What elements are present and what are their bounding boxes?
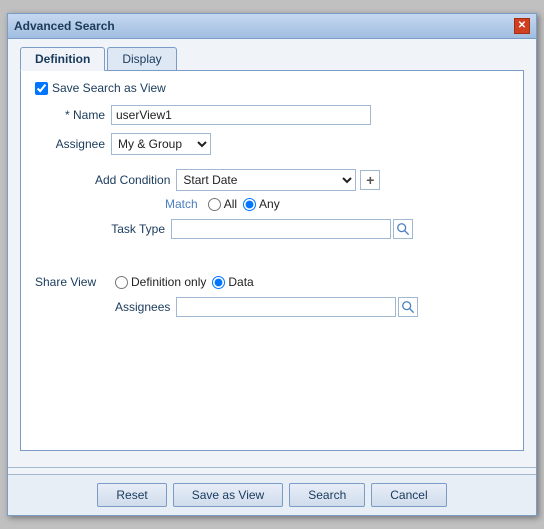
save-as-view-row: Save Search as View: [35, 81, 509, 95]
save-as-view-checkbox[interactable]: [35, 82, 48, 95]
advanced-search-dialog: Advanced Search ✕ Definition Display Sav…: [7, 13, 537, 516]
match-all-option[interactable]: All: [208, 197, 237, 211]
add-condition-button[interactable]: +: [360, 170, 380, 190]
share-view-row: Share View Definition only Data: [35, 275, 509, 289]
assignee-label: Assignee: [35, 137, 105, 151]
share-definition-radio[interactable]: [115, 276, 128, 289]
assignees-label: Assignees: [115, 300, 170, 314]
task-type-search-button[interactable]: [393, 219, 413, 239]
match-label: Match: [165, 197, 198, 211]
share-data-radio[interactable]: [212, 276, 225, 289]
add-condition-row: Add Condition Start Date End Date Status…: [35, 169, 509, 191]
task-type-label: Task Type: [95, 222, 165, 236]
search-icon-2: [401, 300, 415, 314]
tab-display[interactable]: Display: [107, 47, 176, 70]
reset-button[interactable]: Reset: [97, 483, 166, 507]
assignees-search-button[interactable]: [398, 297, 418, 317]
share-data-option[interactable]: Data: [212, 275, 253, 289]
share-data-label: Data: [228, 275, 253, 289]
add-condition-label: Add Condition: [95, 173, 170, 187]
match-radio-group: All Any: [208, 197, 280, 211]
save-as-view-label[interactable]: Save Search as View: [52, 81, 166, 95]
cancel-button[interactable]: Cancel: [371, 483, 446, 507]
dialog-titlebar: Advanced Search ✕: [8, 14, 536, 39]
tab-bar: Definition Display: [20, 47, 524, 71]
task-type-row: Task Type: [35, 219, 509, 239]
match-any-label: Any: [259, 197, 280, 211]
share-view-label: Share View: [35, 275, 105, 289]
name-label: * Name: [35, 108, 105, 122]
match-any-option[interactable]: Any: [243, 197, 280, 211]
task-type-input[interactable]: [171, 219, 391, 239]
assignees-input[interactable]: [176, 297, 396, 317]
name-input[interactable]: [111, 105, 371, 125]
share-definition-only-option[interactable]: Definition only: [115, 275, 206, 289]
match-any-radio[interactable]: [243, 198, 256, 211]
match-all-label: All: [224, 197, 237, 211]
assignee-row: Assignee My & Group All Me My Group: [35, 133, 509, 155]
match-row: Match All Any: [35, 197, 509, 211]
footer: Reset Save as View Search Cancel: [8, 474, 536, 515]
save-as-view-button[interactable]: Save as View: [173, 483, 284, 507]
tab-definition[interactable]: Definition: [20, 47, 105, 71]
name-row: * Name: [35, 105, 509, 125]
dialog-title: Advanced Search: [14, 19, 115, 33]
share-radio-group: Definition only Data: [115, 275, 254, 289]
assignee-select[interactable]: My & Group All Me My Group: [111, 133, 211, 155]
condition-select[interactable]: Start Date End Date Status Priority Task…: [176, 169, 356, 191]
search-button[interactable]: Search: [289, 483, 365, 507]
content-area: Save Search as View * Name Assignee My &…: [20, 71, 524, 451]
search-icon: [396, 222, 410, 236]
footer-separator: [8, 467, 536, 468]
close-button[interactable]: ✕: [514, 18, 530, 34]
match-all-radio[interactable]: [208, 198, 221, 211]
share-definition-label: Definition only: [131, 275, 206, 289]
dialog-body: Definition Display Save Search as View *…: [8, 39, 536, 457]
assignees-row: Assignees: [35, 297, 509, 317]
